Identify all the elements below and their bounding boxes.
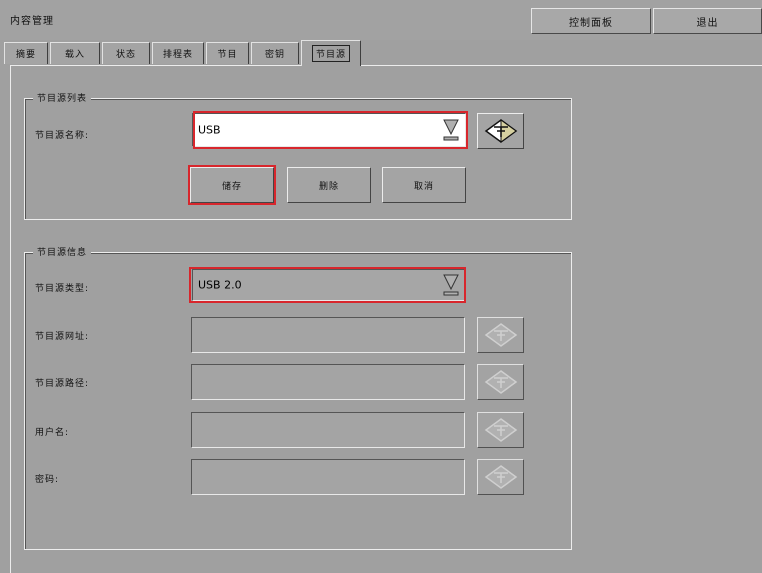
highlight-save-button bbox=[188, 165, 276, 205]
content-panel: 节目源列表 节目源名称: USB 储存 删除 取消 节目源信息 节目源类型: U… bbox=[10, 65, 762, 573]
source-path-field[interactable] bbox=[191, 364, 465, 400]
exit-button[interactable]: 退出 bbox=[653, 8, 762, 34]
diamond-pencil-icon bbox=[484, 119, 517, 143]
app-window: 内容管理 控制面板 退出 摘要 载入 状态 排程表 节目 密钥 节目源 节目源列… bbox=[0, 0, 762, 573]
tab-status[interactable]: 状态 bbox=[102, 42, 150, 64]
tab-schedule[interactable]: 排程表 bbox=[152, 42, 204, 64]
delete-button[interactable]: 删除 bbox=[287, 167, 371, 203]
diamond-pencil-icon bbox=[484, 370, 517, 394]
username-field[interactable] bbox=[191, 412, 465, 448]
tab-keys[interactable]: 密钥 bbox=[251, 42, 299, 64]
source-list-group-title: 节目源列表 bbox=[33, 91, 92, 104]
edit-source-path-button[interactable] bbox=[477, 364, 524, 400]
source-path-label: 节目源路径: bbox=[35, 379, 90, 389]
tab-program-source[interactable]: 节目源 bbox=[301, 40, 361, 66]
username-label: 用户名: bbox=[35, 428, 70, 438]
tab-program[interactable]: 节目 bbox=[206, 42, 249, 64]
edit-source-url-button[interactable] bbox=[477, 317, 524, 353]
diamond-pencil-icon bbox=[484, 323, 517, 347]
tab-program-source-label: 节目源 bbox=[311, 45, 350, 62]
source-url-field[interactable] bbox=[191, 317, 465, 353]
diamond-pencil-icon bbox=[484, 418, 517, 442]
edit-username-button[interactable] bbox=[477, 412, 524, 448]
edit-password-button[interactable] bbox=[477, 459, 524, 495]
edit-source-name-button[interactable] bbox=[477, 113, 524, 149]
source-type-label: 节目源类型: bbox=[35, 284, 90, 294]
app-title: 内容管理 bbox=[10, 16, 54, 27]
top-bar: 内容管理 控制面板 退出 bbox=[0, 0, 762, 40]
control-panel-button[interactable]: 控制面板 bbox=[531, 8, 651, 34]
password-field[interactable] bbox=[191, 459, 465, 495]
cancel-button[interactable]: 取消 bbox=[382, 167, 466, 203]
highlight-source-type bbox=[189, 267, 466, 303]
tab-bar: 摘要 载入 状态 排程表 节目 密钥 节目源 bbox=[0, 40, 762, 66]
tab-summary[interactable]: 摘要 bbox=[4, 42, 48, 64]
source-url-label: 节目源网址: bbox=[35, 332, 90, 342]
highlight-source-name bbox=[193, 111, 468, 149]
password-label: 密码: bbox=[35, 475, 60, 485]
diamond-pencil-icon bbox=[484, 465, 517, 489]
tab-load[interactable]: 载入 bbox=[50, 42, 100, 64]
source-name-label: 节目源名称: bbox=[35, 131, 90, 141]
source-info-group-title: 节目源信息 bbox=[33, 245, 92, 258]
